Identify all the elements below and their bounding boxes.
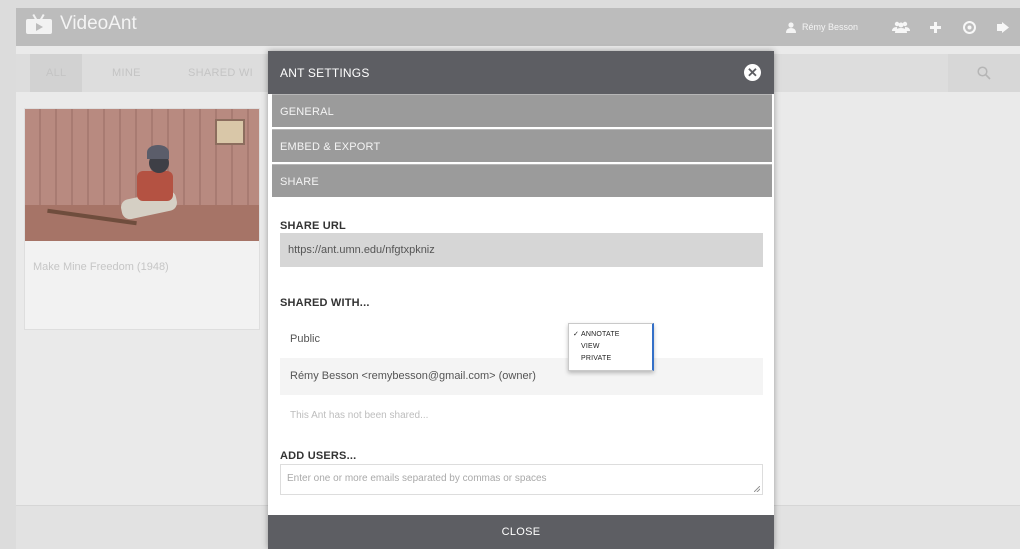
app-name: VideoAnt [60, 13, 137, 34]
close-icon[interactable]: ✕ [744, 64, 761, 81]
ant-settings-modal: ANT SETTINGS ✕ GENERAL EMBED & EXPORT SH… [268, 51, 774, 549]
video-card[interactable]: Make Mine Freedom (1948) [24, 108, 260, 330]
app-logo[interactable]: VideoAnt [26, 13, 137, 35]
user-menu[interactable]: Rémy Besson [785, 21, 858, 33]
add-users-input[interactable]: Enter one or more emails separated by co… [280, 464, 763, 495]
search-icon [977, 66, 991, 80]
groups-icon[interactable] [884, 8, 918, 46]
section-general[interactable]: GENERAL [272, 94, 772, 127]
user-name: Rémy Besson [801, 22, 858, 32]
shared-row-owner: Rémy Besson <remybesson@gmail.com> (owne… [280, 358, 763, 395]
logout-icon[interactable] [986, 8, 1020, 46]
permission-option-annotate[interactable]: ✓ ANNOTATE [573, 330, 620, 338]
section-share[interactable]: SHARE [272, 164, 772, 197]
plus-icon[interactable] [918, 8, 952, 46]
user-icon [785, 21, 796, 33]
check-icon: ✓ [573, 331, 580, 338]
filter-tab-all[interactable]: ALL [30, 54, 83, 92]
top-navbar: VideoAnt Rémy Besson [16, 8, 1020, 46]
permission-option-view[interactable]: VIEW [573, 343, 600, 350]
shared-row-name: Rémy Besson <remybesson@gmail.com> (owne… [290, 370, 536, 382]
modal-header: ANT SETTINGS ✕ [268, 51, 774, 94]
search-button[interactable] [948, 54, 1020, 92]
not-shared-row: This Ant has not been shared... [280, 398, 763, 435]
shared-row-name: Public [290, 333, 320, 345]
close-button[interactable]: CLOSE [268, 515, 774, 549]
section-general-label: GENERAL [280, 106, 334, 118]
section-share-label: SHARE [280, 176, 319, 188]
not-shared-text: This Ant has not been shared... [290, 410, 429, 421]
add-users-placeholder: Enter one or more emails separated by co… [287, 473, 547, 484]
share-url-label: SHARE URL [280, 220, 346, 232]
section-embed-export[interactable]: EMBED & EXPORT [272, 129, 772, 162]
shared-row-public: Public [280, 321, 763, 358]
share-url-value: https://ant.umn.edu/nfgtxpkniz [288, 244, 435, 256]
help-icon[interactable] [952, 8, 986, 46]
close-button-label: CLOSE [501, 526, 541, 538]
top-right-nav: Rémy Besson [785, 8, 1020, 46]
modal-title: ANT SETTINGS [280, 66, 370, 80]
permission-dropdown[interactable]: ✓ ANNOTATE VIEW PRIVATE [568, 323, 654, 371]
tv-logo-icon [26, 13, 52, 34]
add-users-label: ADD USERS... [280, 450, 357, 462]
filter-tab-shared[interactable]: SHARED WI [188, 54, 253, 92]
permission-option-private[interactable]: PRIVATE [573, 355, 611, 362]
video-title[interactable]: Make Mine Freedom (1948) [33, 261, 169, 273]
resize-handle-icon[interactable] [754, 486, 760, 492]
section-embed-export-label: EMBED & EXPORT [280, 141, 381, 153]
video-thumbnail[interactable] [25, 109, 259, 241]
shared-with-label: SHARED WITH... [280, 297, 370, 309]
share-url-field[interactable]: https://ant.umn.edu/nfgtxpkniz [280, 233, 763, 267]
filter-tab-mine[interactable]: MINE [112, 54, 141, 92]
